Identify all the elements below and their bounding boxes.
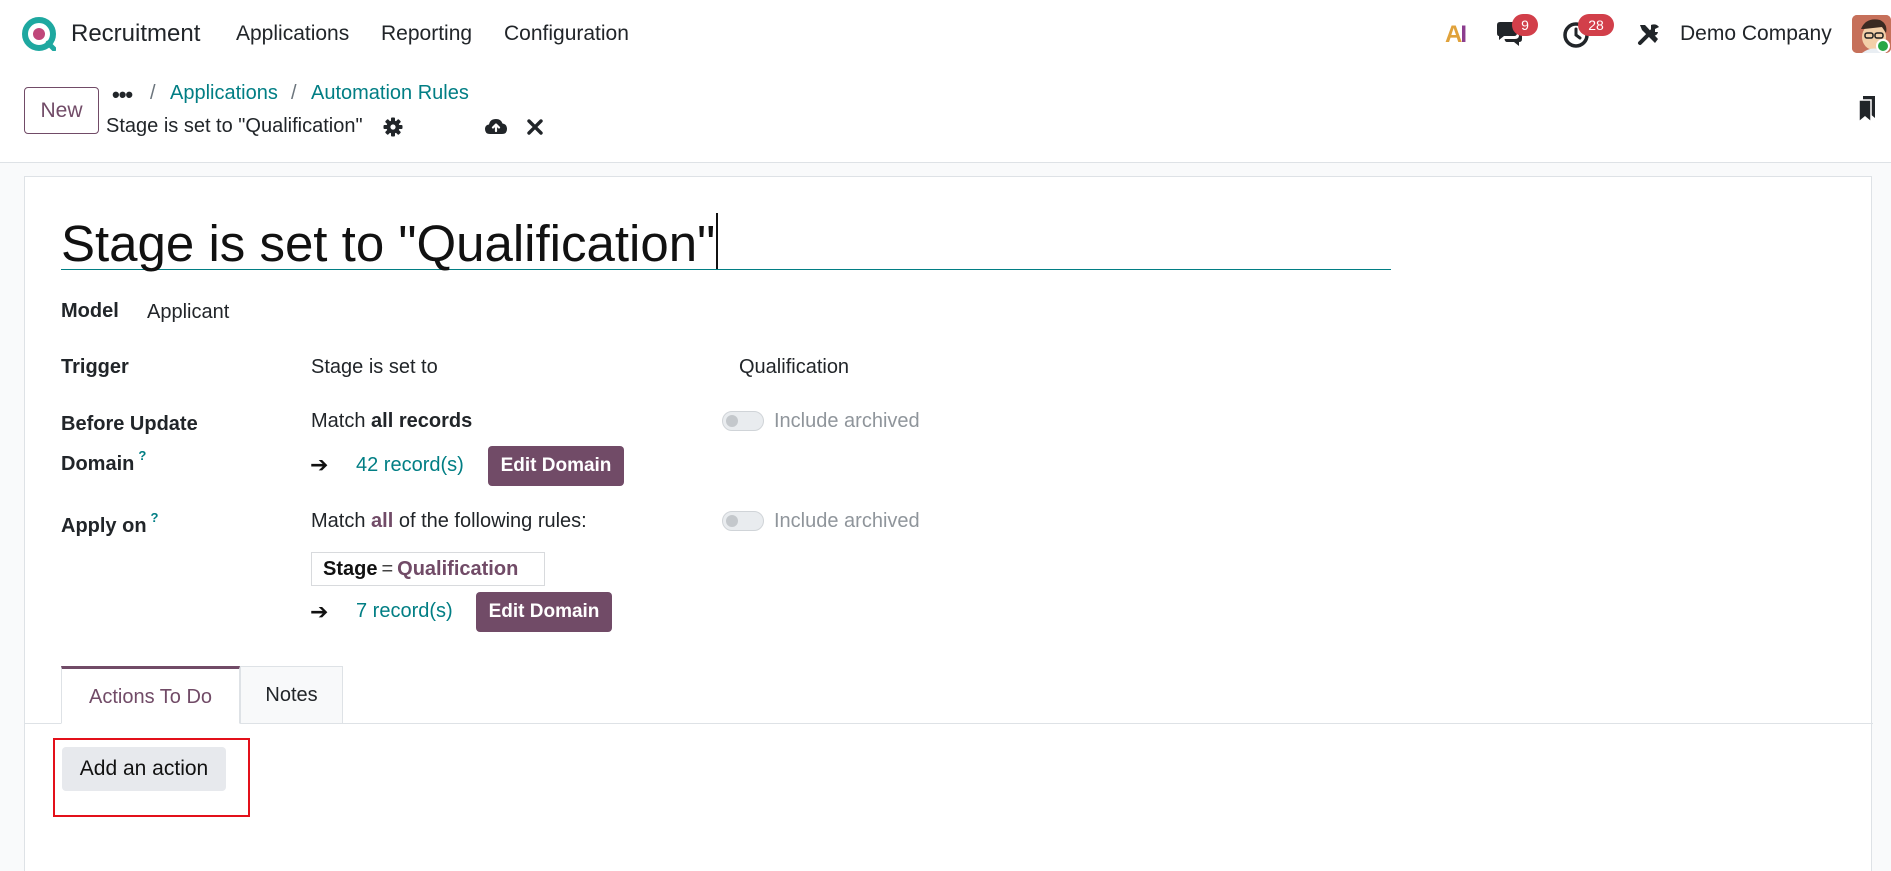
- apply-domain-record-count[interactable]: 7 record(s): [356, 600, 453, 623]
- gear-icon[interactable]: [383, 117, 403, 137]
- add-action-button[interactable]: Add an action: [62, 747, 226, 791]
- ai-icon-letter-a: A: [1445, 21, 1462, 48]
- company-switcher[interactable]: Demo Company: [1680, 22, 1832, 46]
- rule-name-text: Stage is set to "Qualification": [61, 215, 716, 272]
- breadcrumb-automation-rules[interactable]: Automation Rules: [311, 82, 469, 105]
- rule-field: Stage: [323, 558, 378, 580]
- before-update-label-line1: Before Update: [61, 413, 198, 435]
- match-prefix: Match: [311, 510, 372, 532]
- app-name[interactable]: Recruitment: [71, 20, 200, 48]
- model-label: Model: [61, 300, 119, 322]
- include-archived-label: Include archived: [774, 410, 920, 432]
- trigger-select[interactable]: Stage is set to: [311, 356, 438, 379]
- form-sheet: Stage is set to "Qualification" Model Ap…: [24, 176, 1873, 871]
- match-suffix: of the following rules:: [393, 510, 587, 532]
- new-button[interactable]: New: [24, 87, 99, 134]
- breadcrumb-separator: /: [150, 82, 156, 104]
- match-prefix: Match: [311, 410, 372, 432]
- before-domain-record-count[interactable]: 42 record(s): [356, 454, 464, 477]
- domain-rule: Stage = Qualification: [311, 552, 545, 586]
- breadcrumb-more-button[interactable]: •••: [112, 82, 133, 108]
- menu-reporting[interactable]: Reporting: [381, 22, 472, 46]
- help-tooltip-icon[interactable]: ?: [151, 510, 159, 525]
- menu-applications[interactable]: Applications: [236, 22, 349, 46]
- breadcrumb-applications[interactable]: Applications: [170, 82, 278, 105]
- bookmark-icon[interactable]: [1856, 94, 1878, 124]
- help-tooltip-icon[interactable]: ?: [138, 448, 146, 463]
- recruitment-logo-icon[interactable]: [22, 17, 57, 52]
- trigger-label: Trigger: [61, 356, 129, 378]
- include-archived-label: Include archived: [774, 510, 920, 532]
- cloud-upload-icon[interactable]: [484, 116, 508, 138]
- before-update-domain-label: Before Update Domain?: [61, 409, 198, 480]
- ai-icon-letter-i: I: [1460, 21, 1467, 48]
- match-all-selector[interactable]: all: [371, 510, 393, 532]
- online-status-dot: [1876, 39, 1890, 53]
- rule-name-input[interactable]: Stage is set to "Qualification": [61, 213, 1391, 272]
- arrow-right-icon: ➔: [310, 452, 329, 477]
- edit-before-domain-button[interactable]: Edit Domain: [488, 446, 624, 486]
- apply-domain-summary: Match all of the following rules:: [311, 510, 587, 533]
- menu-configuration[interactable]: Configuration: [504, 22, 629, 46]
- control-panel: New ••• / Applications / Automation Rule…: [0, 70, 1891, 163]
- tools-icon[interactable]: [1636, 21, 1662, 47]
- breadcrumb-separator: /: [291, 82, 297, 104]
- tab-notes[interactable]: Notes: [240, 666, 343, 724]
- model-value: Applicant: [147, 301, 230, 323]
- arrow-right-icon: ➔: [310, 599, 329, 624]
- edit-apply-domain-button[interactable]: Edit Domain: [476, 592, 612, 632]
- include-archived-toggle[interactable]: [722, 411, 764, 431]
- before-domain-summary: Match all records: [311, 410, 472, 433]
- tab-actions-to-do[interactable]: Actions To Do: [61, 666, 240, 724]
- apply-on-label: Apply on?: [61, 510, 159, 538]
- messages-badge: 9: [1512, 14, 1538, 36]
- activities-badge: 28: [1578, 14, 1614, 36]
- ai-icon[interactable]: AI: [1445, 21, 1475, 48]
- rule-value: Qualification: [397, 558, 519, 580]
- text-caret: [716, 213, 719, 269]
- include-archived-toggle[interactable]: [722, 511, 764, 531]
- rule-operator: =: [381, 558, 394, 580]
- apply-on-label-text: Apply on: [61, 515, 147, 537]
- close-icon[interactable]: [526, 117, 544, 137]
- top-navbar: Recruitment Applications Reporting Confi…: [0, 0, 1891, 70]
- trigger-stage-field[interactable]: Qualification: [739, 356, 849, 379]
- breadcrumb-current-record: Stage is set to "Qualification": [106, 115, 363, 137]
- before-update-label-line2: Domain: [61, 453, 135, 475]
- match-all-records: all records: [371, 410, 473, 432]
